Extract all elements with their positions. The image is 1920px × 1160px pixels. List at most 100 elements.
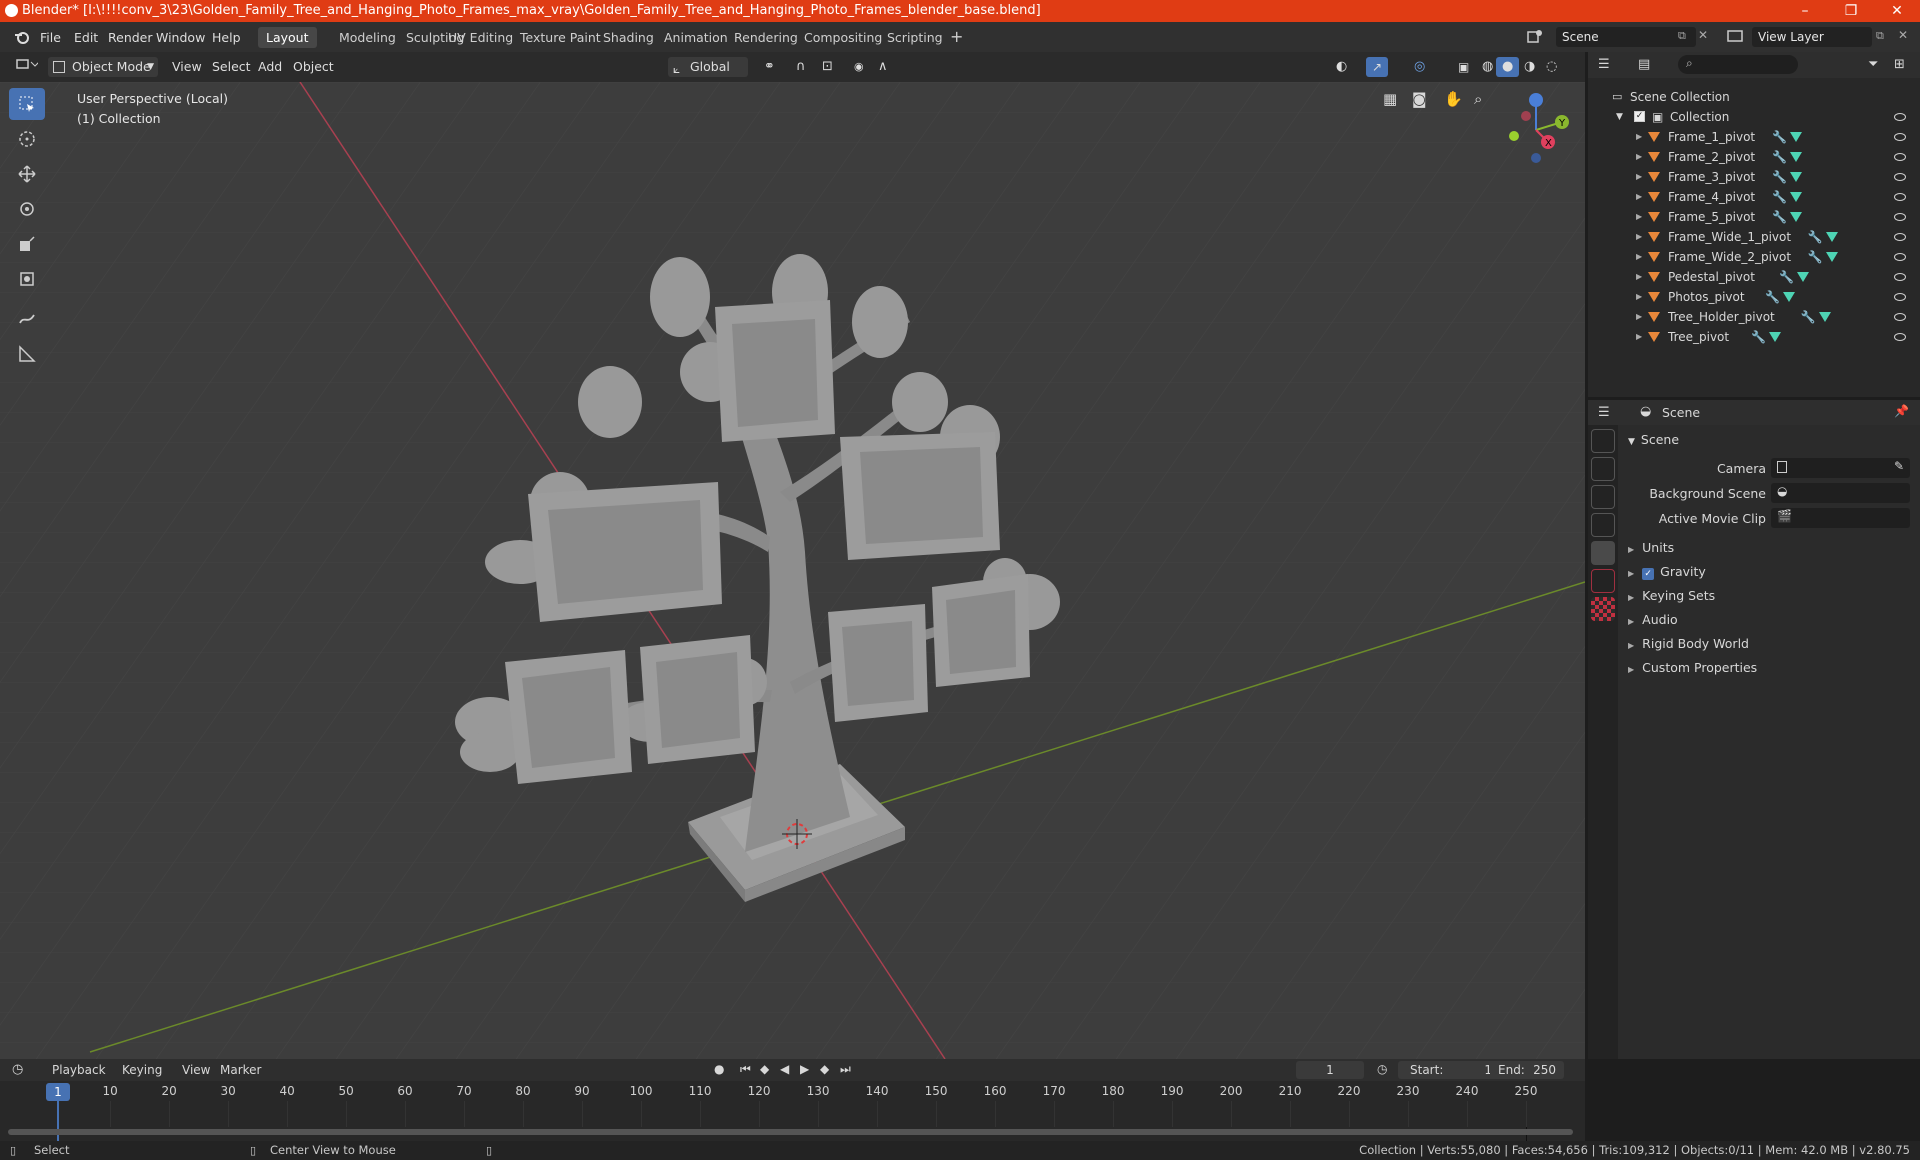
property-section[interactable]: ▶ Units bbox=[1628, 540, 1674, 555]
eyedropper-icon[interactable]: ✎ bbox=[1894, 459, 1904, 473]
expand-right-icon[interactable]: ▶ bbox=[1636, 147, 1642, 167]
property-section[interactable]: ▶ Keying Sets bbox=[1628, 588, 1715, 603]
outliner-collection[interactable]: ▼ ✓ ▣ Collection bbox=[1588, 107, 1920, 127]
expand-right-icon[interactable]: ▶ bbox=[1636, 227, 1642, 247]
properties-editor-icon[interactable]: ☰ bbox=[1598, 405, 1610, 420]
eye-icon[interactable] bbox=[1894, 213, 1906, 221]
menu-file[interactable]: File bbox=[34, 28, 67, 47]
minimize-button[interactable]: – bbox=[1782, 0, 1828, 22]
solid-shading-icon[interactable]: ● bbox=[1496, 57, 1520, 77]
expand-right-icon[interactable]: ▶ bbox=[1636, 207, 1642, 227]
overlay-toggle-icon[interactable]: ◎ bbox=[1408, 57, 1431, 77]
current-frame-field[interactable]: 1 bbox=[1296, 1061, 1364, 1079]
mesh-data-icon[interactable] bbox=[1825, 252, 1838, 262]
new-collection-icon[interactable]: ⊞ bbox=[1894, 57, 1905, 72]
outliner-item[interactable]: ▶ Frame_4_pivot 🔧 bbox=[1588, 187, 1920, 207]
timeline-editor-icon[interactable]: ◷ bbox=[12, 1062, 23, 1077]
outliner-item[interactable]: ▶ Frame_Wide_2_pivot 🔧 bbox=[1588, 247, 1920, 267]
camera-field[interactable]: ✎ bbox=[1771, 458, 1910, 478]
background-scene-field[interactable]: ◒ bbox=[1771, 483, 1910, 503]
outliner-item[interactable]: ▶ Tree_pivot 🔧 bbox=[1588, 327, 1920, 347]
eye-icon[interactable] bbox=[1894, 273, 1906, 281]
eye-icon[interactable] bbox=[1894, 313, 1906, 321]
end-frame-field[interactable]: End: 250 bbox=[1490, 1061, 1564, 1079]
playhead-frame[interactable]: 1 bbox=[46, 1083, 70, 1101]
3d-viewport[interactable]: User Perspective (Local) (1) Collection … bbox=[0, 82, 1585, 1059]
rotate-tool[interactable] bbox=[9, 193, 45, 225]
mesh-data-icon[interactable] bbox=[1790, 212, 1803, 222]
outliner-item[interactable]: ▶ Tree_Holder_pivot 🔧 bbox=[1588, 307, 1920, 327]
expand-right-icon[interactable]: ▶ bbox=[1636, 167, 1642, 187]
modifier-wrench-icon[interactable]: 🔧 bbox=[1772, 207, 1787, 227]
transform-orientation-dropdown[interactable]: ⟀ Global bbox=[668, 57, 748, 77]
scene-tab-icon[interactable] bbox=[1591, 541, 1615, 565]
menu-timeline-view[interactable]: View bbox=[182, 1063, 210, 1077]
expand-right-icon[interactable]: ▶ bbox=[1636, 287, 1642, 307]
menu-marker[interactable]: Marker bbox=[220, 1063, 261, 1077]
property-section[interactable]: ▶ Rigid Body World bbox=[1628, 636, 1749, 651]
scene-copy-icon[interactable]: ⧉ bbox=[1678, 29, 1686, 43]
property-section[interactable]: ▶ Audio bbox=[1628, 612, 1678, 627]
tool-tab-icon[interactable] bbox=[1591, 429, 1615, 453]
eye-icon[interactable] bbox=[1894, 113, 1906, 121]
clock-icon[interactable]: ◷ bbox=[1377, 1062, 1387, 1076]
pivot-point-icon[interactable]: ⚭ bbox=[758, 57, 781, 77]
move-tool[interactable] bbox=[9, 158, 45, 190]
eye-icon[interactable] bbox=[1894, 333, 1906, 341]
outliner-item[interactable]: ▶ Frame_2_pivot 🔧 bbox=[1588, 147, 1920, 167]
view-layer-copy-icon[interactable]: ⧉ bbox=[1876, 29, 1884, 43]
collection-checkbox[interactable]: ✓ bbox=[1634, 111, 1645, 122]
eye-icon[interactable] bbox=[1894, 233, 1906, 241]
pin-icon[interactable]: 📌 bbox=[1894, 404, 1909, 418]
jump-start-icon[interactable]: ⏮ bbox=[740, 1062, 751, 1077]
outliner-item[interactable]: ▶ Pedestal_pivot 🔧 bbox=[1588, 267, 1920, 287]
outliner-item[interactable]: ▶ Photos_pivot 🔧 bbox=[1588, 287, 1920, 307]
menu-keying[interactable]: Keying bbox=[122, 1063, 162, 1077]
annotate-tool[interactable] bbox=[9, 303, 45, 335]
menu-edit[interactable]: Edit bbox=[68, 28, 104, 47]
modifier-wrench-icon[interactable]: 🔧 bbox=[1779, 267, 1794, 287]
eye-icon[interactable] bbox=[1894, 153, 1906, 161]
tab-scripting[interactable]: Scripting bbox=[879, 27, 951, 48]
material-shading-icon[interactable]: ◑ bbox=[1518, 57, 1541, 77]
property-section[interactable]: ▶ Custom Properties bbox=[1628, 660, 1757, 675]
expand-right-icon[interactable]: ▶ bbox=[1636, 267, 1642, 287]
modifier-wrench-icon[interactable]: 🔧 bbox=[1765, 287, 1780, 307]
outliner-item[interactable]: ▶ Frame_3_pivot 🔧 bbox=[1588, 167, 1920, 187]
tab-uv-editing[interactable]: UV Editing bbox=[440, 27, 521, 48]
modifier-wrench-icon[interactable]: 🔧 bbox=[1801, 307, 1816, 327]
scale-tool[interactable] bbox=[9, 228, 45, 260]
outliner-scene-collection[interactable]: ▭ Scene Collection bbox=[1588, 87, 1920, 107]
start-frame-field[interactable]: Start: 1 bbox=[1398, 1061, 1502, 1079]
close-button[interactable]: ✕ bbox=[1874, 0, 1920, 22]
scene-panel-header[interactable]: ▼ Scene bbox=[1628, 432, 1679, 447]
snap-target-icon[interactable]: ⊡ bbox=[816, 57, 839, 77]
texture-tab-icon[interactable] bbox=[1591, 597, 1615, 621]
zoom-icon[interactable]: ⌕ bbox=[1474, 90, 1482, 108]
view-layer-field[interactable]: View Layer bbox=[1752, 27, 1872, 47]
add-workspace-button[interactable]: + bbox=[942, 24, 971, 49]
prev-keyframe-icon[interactable]: ◆ bbox=[760, 1062, 769, 1076]
camera-view-icon[interactable]: ◙ bbox=[1412, 90, 1427, 108]
menu-help[interactable]: Help bbox=[206, 28, 247, 47]
scene-icon[interactable] bbox=[1526, 28, 1544, 47]
menu-object[interactable]: Object bbox=[287, 57, 340, 77]
mesh-data-icon[interactable] bbox=[1790, 132, 1803, 142]
world-tab-icon[interactable] bbox=[1591, 569, 1615, 593]
view-layer-remove-icon[interactable]: ✕ bbox=[1898, 28, 1908, 42]
expand-right-icon[interactable]: ▶ bbox=[1636, 187, 1642, 207]
tab-modeling[interactable]: Modeling bbox=[331, 27, 404, 48]
tab-animation[interactable]: Animation bbox=[656, 27, 736, 48]
gizmo-toggle-icon[interactable]: ↗ bbox=[1366, 57, 1389, 77]
mesh-data-icon[interactable] bbox=[1797, 272, 1810, 282]
timeline-ruler[interactable]: 1 10 20 30 40 50 60 70 80 90 100 110 120 130 140 150 16… bbox=[0, 1081, 1585, 1141]
gravity-checkbox[interactable]: ✓ bbox=[1642, 568, 1655, 580]
mesh-data-icon[interactable] bbox=[1818, 312, 1831, 322]
play-icon[interactable]: ▶ bbox=[800, 1062, 809, 1076]
view-layer-icon[interactable] bbox=[1726, 28, 1744, 47]
select-box-tool[interactable] bbox=[9, 88, 45, 120]
mesh-data-icon[interactable] bbox=[1790, 172, 1803, 182]
mesh-data-icon[interactable] bbox=[1783, 292, 1796, 302]
property-section[interactable]: ▶ ✓ Gravity bbox=[1628, 564, 1706, 580]
grid-view-icon[interactable]: ▦ bbox=[1383, 90, 1397, 108]
